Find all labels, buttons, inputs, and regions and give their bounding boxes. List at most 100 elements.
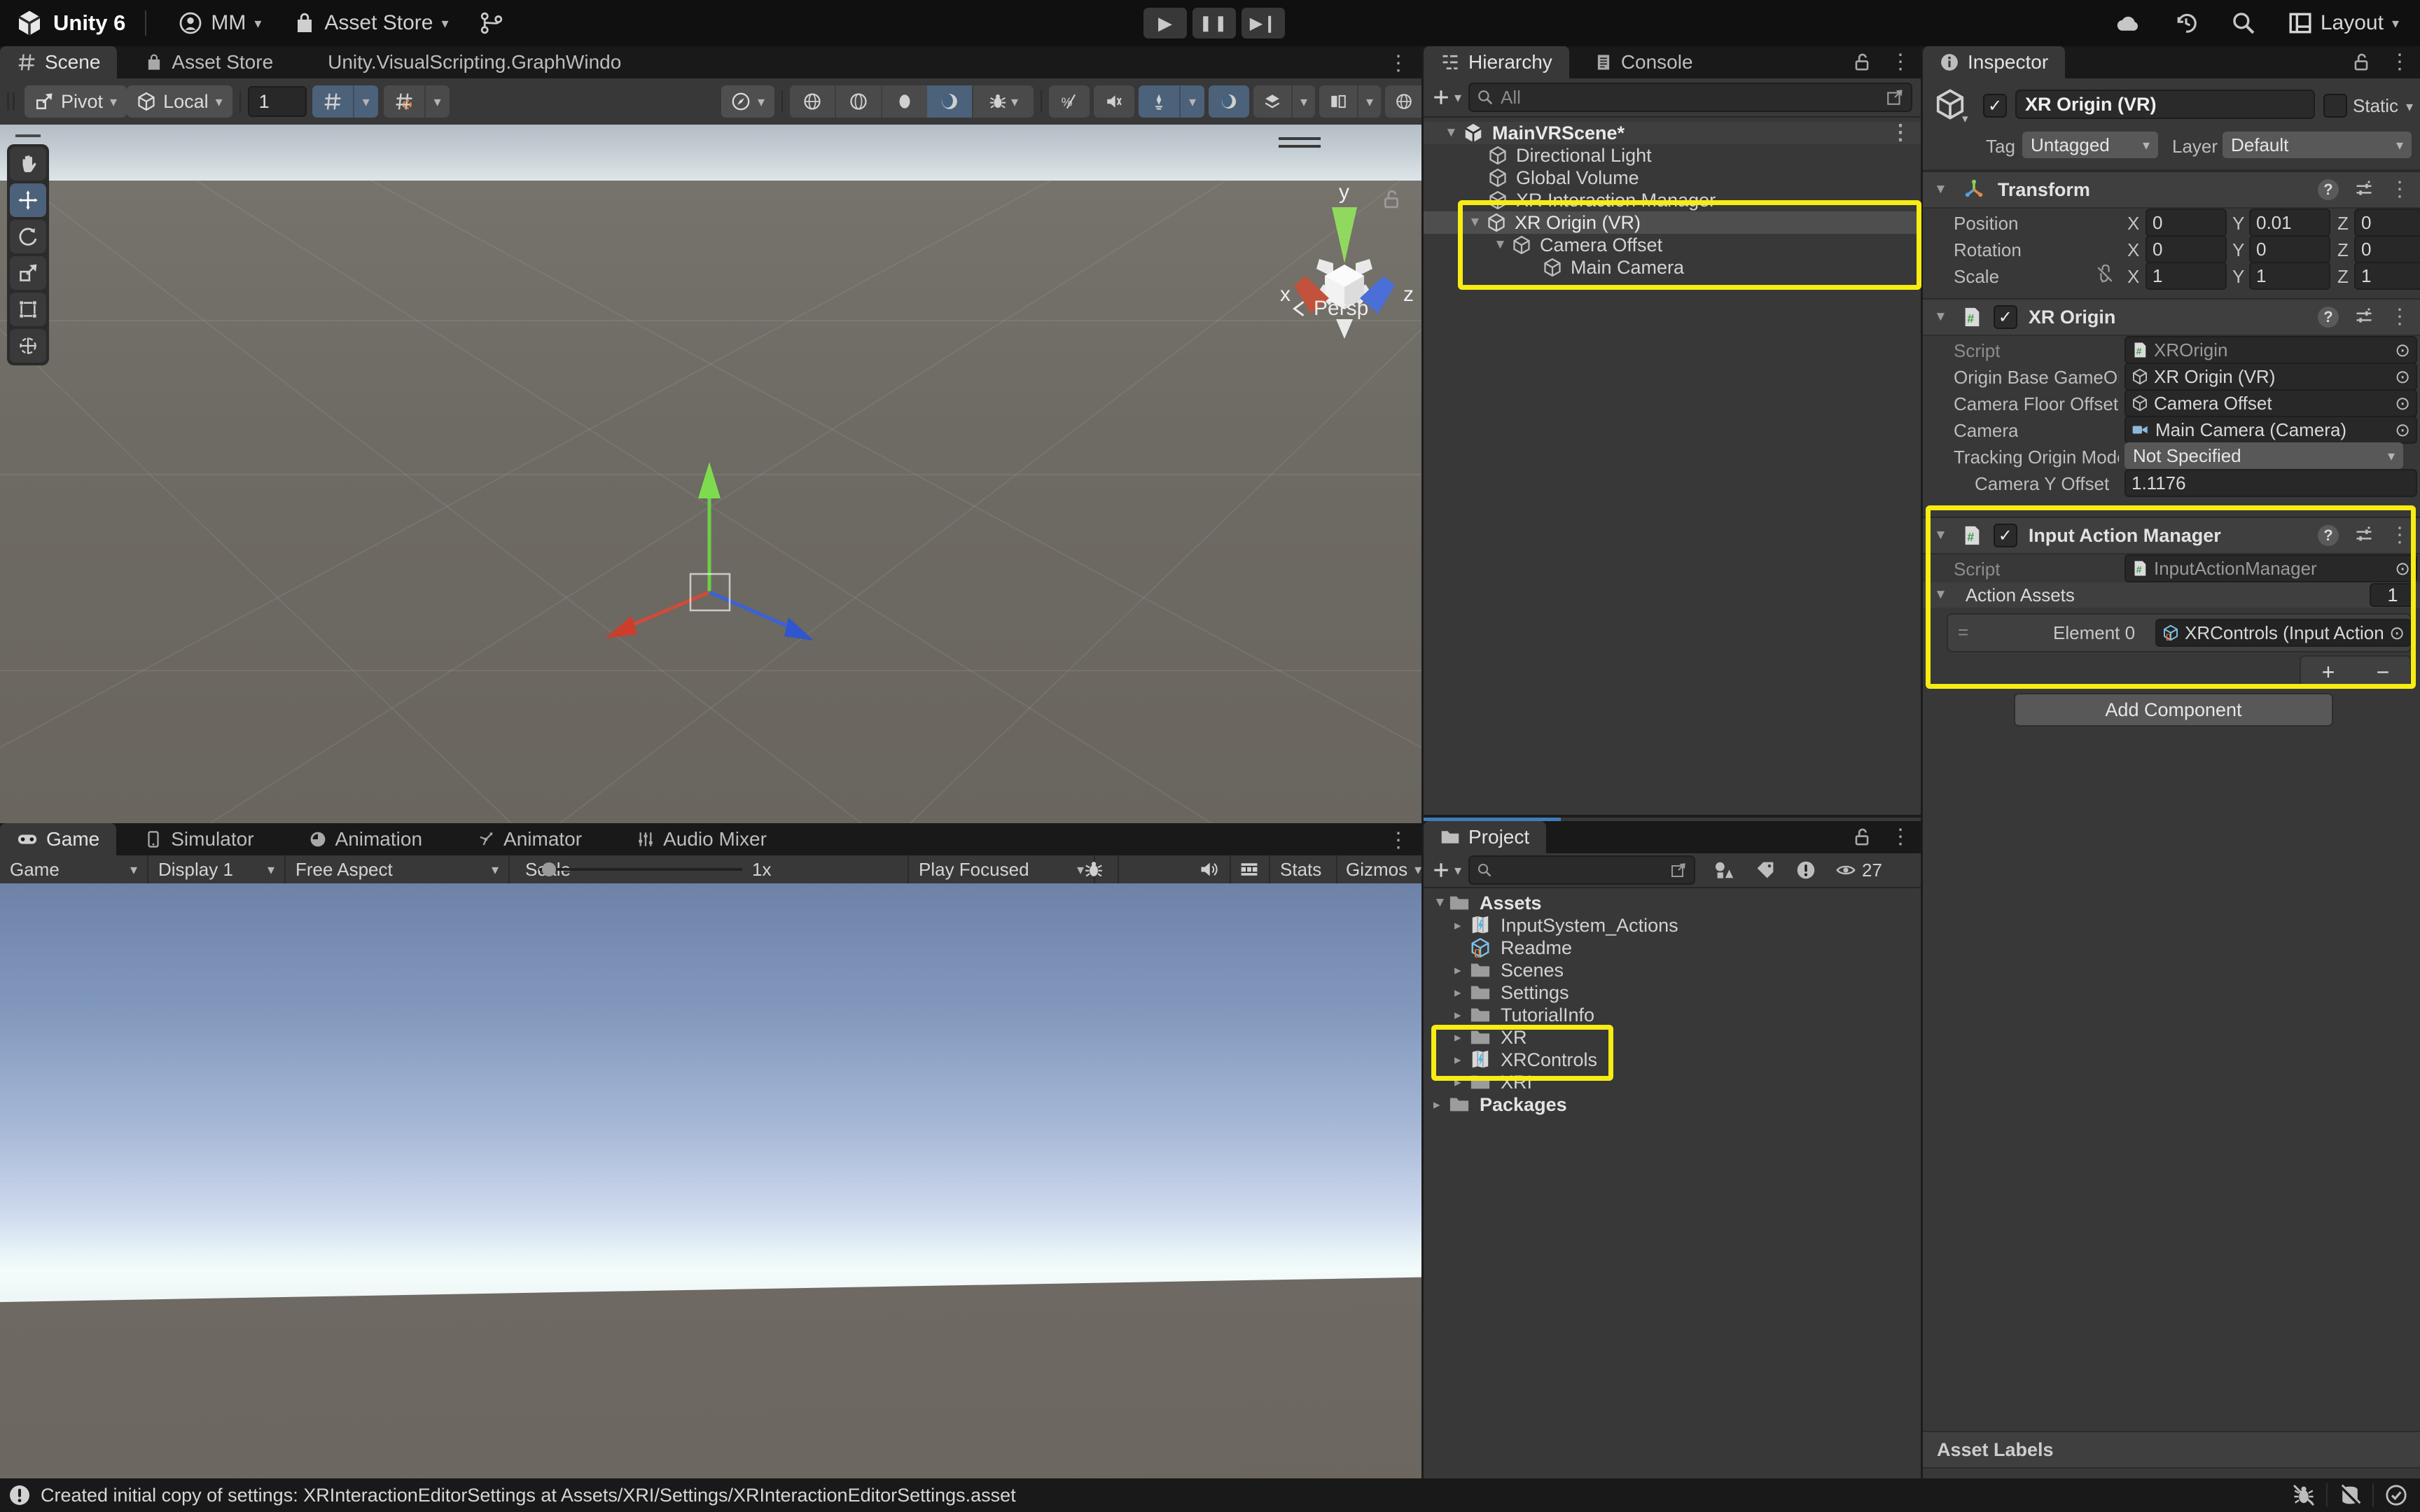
- project-search[interactable]: [1468, 855, 1695, 885]
- scale-y-field[interactable]: 1: [2249, 262, 2330, 290]
- position-z-field[interactable]: 0: [2354, 209, 2420, 237]
- script-field[interactable]: InputActionManager ⊙: [2125, 554, 2417, 582]
- asset-labels-section[interactable]: Asset Labels: [1923, 1431, 2420, 1469]
- scale-tool-button[interactable]: [10, 256, 46, 290]
- add-component-button[interactable]: Add Component: [2014, 693, 2333, 727]
- asset-store-menu[interactable]: Asset Store ▾: [293, 11, 448, 35]
- status-message[interactable]: Created initial copy of settings: XRInte…: [41, 1485, 1016, 1506]
- static-dropdown-caret[interactable]: ▾: [2406, 98, 2413, 115]
- layer-dropdown[interactable]: Default▾: [2223, 132, 2412, 158]
- grid-options-dropdown[interactable]: ▾: [353, 85, 378, 118]
- cloud-icon[interactable]: [2115, 10, 2141, 36]
- project-search-input[interactable]: [1498, 859, 1664, 882]
- hierarchy-search-input[interactable]: [1499, 86, 1880, 109]
- help-icon[interactable]: ?: [2318, 525, 2339, 546]
- hierarchy-search[interactable]: [1468, 83, 1912, 112]
- overlay-drag-handle[interactable]: [1279, 137, 1321, 148]
- tab-project[interactable]: Project: [1424, 821, 1546, 853]
- rotate-tool-button[interactable]: [10, 220, 46, 253]
- drag-handle[interactable]: [7, 92, 15, 111]
- component-menu-icon[interactable]: ⋮: [2389, 307, 2410, 328]
- view-lock-icon[interactable]: [1381, 189, 1402, 210]
- camera-preview-toggle[interactable]: [1209, 85, 1249, 118]
- split-view-button[interactable]: [1319, 85, 1357, 118]
- account-menu[interactable]: MM ▾: [179, 11, 261, 35]
- hand-tool-button[interactable]: [10, 147, 46, 181]
- rotation-y-field[interactable]: 0: [2249, 235, 2330, 263]
- project-row[interactable]: Readme: [1424, 937, 1921, 959]
- lock-icon[interactable]: [2351, 52, 2371, 72]
- transform-tool-button[interactable]: [10, 329, 46, 363]
- element-object-field[interactable]: XRControls (Input Action Ass ⊙: [2155, 619, 2412, 647]
- open-window-icon[interactable]: [1886, 88, 1904, 106]
- project-row[interactable]: ▸ Scenes: [1424, 959, 1921, 981]
- split-view-dropdown[interactable]: ▾: [1357, 85, 1381, 118]
- cache-server-disabled-icon[interactable]: [2339, 1484, 2361, 1506]
- tab-asset-store[interactable]: Asset Store: [128, 46, 290, 78]
- object-picker-icon[interactable]: ⊙: [2395, 419, 2410, 441]
- project-row[interactable]: ▸ TutorialInfo: [1424, 1004, 1921, 1026]
- move-gizmo[interactable]: [560, 426, 882, 706]
- type-filter-icon[interactable]: [1796, 860, 1816, 880]
- scene-visibility-dropdown[interactable]: ▾: [1179, 85, 1204, 118]
- array-size-field[interactable]: 1: [2370, 583, 2416, 607]
- rotation-z-field[interactable]: 0: [2354, 235, 2420, 263]
- tab-scene[interactable]: Scene: [0, 46, 117, 78]
- transform-header[interactable]: ▼ Transform ? ⋮: [1923, 171, 2420, 209]
- create-object-button[interactable]: ▾: [1432, 88, 1461, 106]
- object-picker-icon[interactable]: ⊙: [2395, 393, 2410, 414]
- script-field[interactable]: XROrigin ⊙: [2125, 336, 2417, 364]
- gameobject-name-field[interactable]: [2015, 90, 2315, 119]
- gizmos-dropdown[interactable]: Gizmos▾: [1346, 859, 1421, 881]
- scale-slider-knob[interactable]: [542, 862, 556, 876]
- fog-toggle[interactable]: [835, 85, 881, 118]
- tab-audio-mixer[interactable]: Audio Mixer: [620, 823, 784, 855]
- constrain-proportions-icon[interactable]: [2095, 265, 2115, 284]
- scene-header-row[interactable]: ▼ MainVRScene* ⋮: [1424, 122, 1921, 144]
- move-tool-button[interactable]: [10, 183, 46, 217]
- object-picker-icon[interactable]: ⊙: [2395, 558, 2410, 580]
- game-view-dropdown[interactable]: Game▾: [0, 855, 148, 883]
- tab-simulator[interactable]: Simulator: [127, 823, 270, 855]
- visible-count[interactable]: 27: [1835, 860, 1882, 881]
- active-checkbox[interactable]: ✓: [1983, 94, 2007, 118]
- display-dropdown[interactable]: Display 1▾: [148, 855, 286, 883]
- scale-z-field[interactable]: 1: [2354, 262, 2420, 290]
- skybox-toggle[interactable]: [790, 85, 835, 118]
- version-control-icon[interactable]: [480, 11, 503, 35]
- create-asset-button[interactable]: ▾: [1432, 861, 1461, 879]
- grid-size-field[interactable]: 1: [248, 86, 307, 117]
- layers-button[interactable]: [1253, 85, 1291, 118]
- object-picker-icon[interactable]: ⊙: [2389, 622, 2405, 644]
- scene-menu-icon[interactable]: ⋮: [1890, 122, 1911, 144]
- static-checkbox[interactable]: [2323, 94, 2347, 118]
- play-mode-dropdown[interactable]: Play Focused▾: [908, 855, 1095, 883]
- label-filter-icon[interactable]: [1755, 860, 1775, 880]
- inspector-menu-icon[interactable]: ⋮: [2389, 52, 2410, 73]
- presets-icon[interactable]: [2354, 526, 2374, 545]
- gizmos-toggle[interactable]: [1385, 85, 1423, 118]
- tab-game[interactable]: Game: [0, 823, 116, 855]
- project-row[interactable]: ▸ Packages: [1424, 1093, 1921, 1116]
- origin-base-field[interactable]: XR Origin (VR) ⊙: [2125, 363, 2417, 391]
- tab-animator[interactable]: Animator: [460, 823, 599, 855]
- lock-icon[interactable]: [1852, 827, 1872, 847]
- component-enabled-checkbox[interactable]: ✓: [1994, 524, 2017, 547]
- debug-bug-icon[interactable]: [1084, 860, 1104, 879]
- search-icon[interactable]: [2231, 10, 2256, 36]
- stats-overlay-toggle[interactable]: [1049, 85, 1090, 118]
- handle-orientation-button[interactable]: Local▾: [127, 85, 232, 118]
- floor-offset-field[interactable]: Camera Offset ⊙: [2125, 389, 2417, 417]
- component-enabled-checkbox[interactable]: ✓: [1994, 305, 2017, 329]
- scale-x-field[interactable]: 1: [2146, 262, 2227, 290]
- position-y-field[interactable]: 0.01: [2249, 209, 2330, 237]
- grid-visibility-toggle[interactable]: [312, 85, 353, 118]
- component-menu-icon[interactable]: ⋮: [2389, 179, 2410, 200]
- rect-tool-button[interactable]: [10, 293, 46, 326]
- presets-icon[interactable]: [2354, 307, 2374, 327]
- stats-button[interactable]: Stats: [1280, 859, 1321, 881]
- audio-mute-toggle[interactable]: [1094, 85, 1134, 118]
- vsync-icon[interactable]: [1239, 860, 1259, 879]
- help-icon[interactable]: ?: [2318, 307, 2339, 328]
- project-row[interactable]: ▸ XR: [1424, 1026, 1921, 1049]
